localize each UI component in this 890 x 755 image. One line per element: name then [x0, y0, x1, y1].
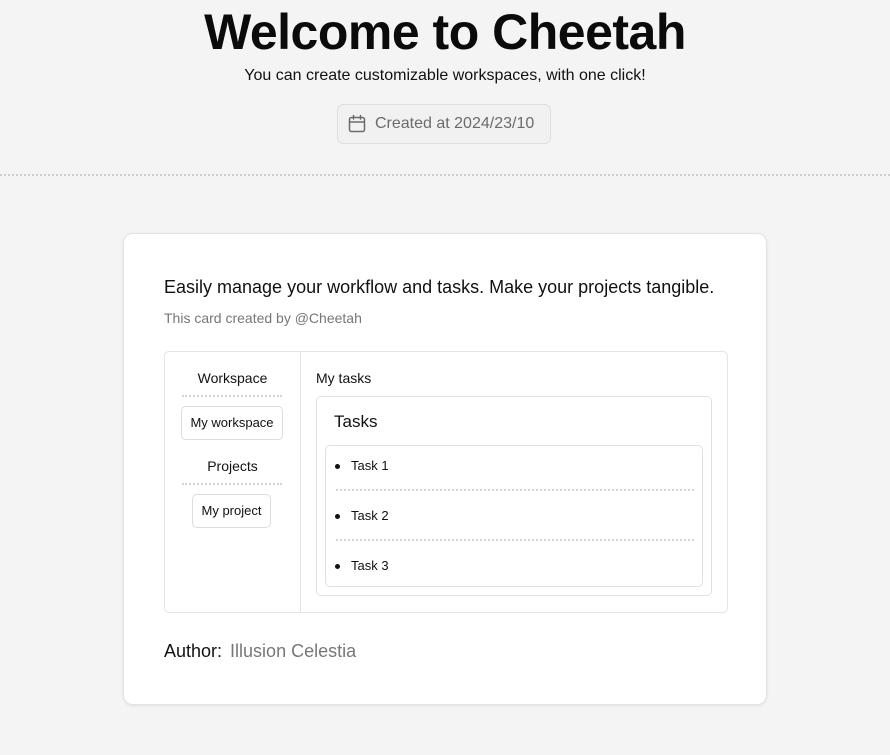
- author-name: Illusion Celestia: [230, 641, 357, 661]
- created-date-badge: Created at 2024/23/10: [337, 104, 551, 144]
- task-divider: [336, 539, 694, 541]
- calendar-icon: [348, 114, 366, 133]
- task-label: Task 3: [351, 558, 389, 573]
- page: Welcome to Cheetah You can create custom…: [0, 0, 890, 755]
- feature-card: Easily manage your workflow and tasks. M…: [123, 233, 767, 705]
- author-label: Author:: [164, 641, 223, 661]
- section-divider: [0, 174, 890, 176]
- task-label: Task 2: [351, 508, 389, 523]
- app-preview: Workspace My workspace Projects My proje…: [164, 351, 728, 613]
- task-list: Task 1 Task 2 Task 3: [325, 445, 703, 587]
- page-title: Welcome to Cheetah: [204, 4, 686, 60]
- author-row: Author: Illusion Celestia: [164, 640, 356, 662]
- page-subtitle: You can create customizable workspaces, …: [244, 67, 646, 84]
- bullet-icon: [335, 513, 340, 519]
- projects-divider: [182, 483, 282, 485]
- bullet-icon: [335, 463, 340, 469]
- workspace-divider: [182, 395, 282, 397]
- bullet-icon: [335, 563, 340, 569]
- tasks-title: Tasks: [334, 412, 378, 431]
- my-project-button[interactable]: My project: [192, 494, 271, 528]
- tasks-panel: Tasks Task 1 Task 2 Task 3: [316, 396, 712, 596]
- sidebar: Workspace My workspace Projects My proje…: [165, 352, 301, 612]
- main-pane: My tasks Tasks Task 1 Task 2 Task 3: [301, 352, 727, 612]
- workspace-label: Workspace: [197, 370, 268, 386]
- card-heading: Easily manage your workflow and tasks. M…: [164, 277, 715, 297]
- created-date-text: Created at 2024/23/10: [375, 115, 535, 132]
- task-divider: [336, 489, 694, 491]
- card-caption: This card created by @Cheetah: [164, 310, 362, 326]
- list-item[interactable]: Task 2: [335, 508, 389, 524]
- my-tasks-label: My tasks: [316, 370, 372, 386]
- projects-label: Projects: [207, 458, 258, 474]
- task-label: Task 1: [351, 458, 389, 473]
- list-item[interactable]: Task 3: [335, 558, 389, 574]
- list-item[interactable]: Task 1: [335, 458, 389, 474]
- my-workspace-button[interactable]: My workspace: [181, 406, 283, 440]
